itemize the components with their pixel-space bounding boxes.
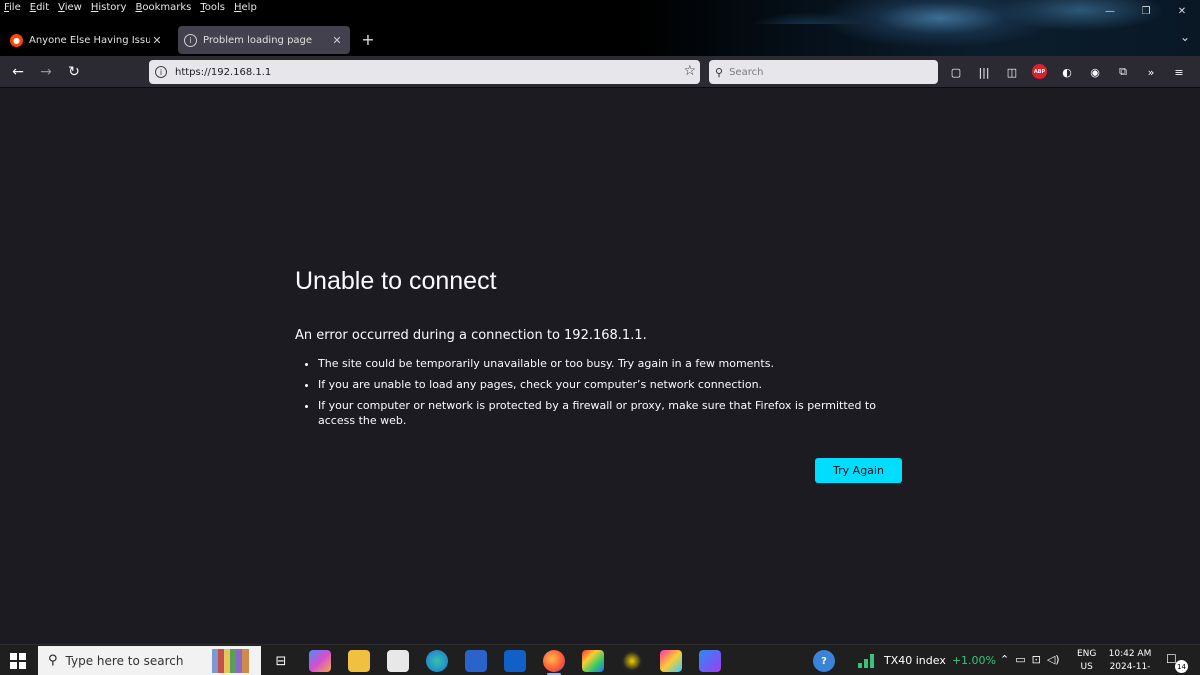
time: 10:42 AM [1108,649,1152,659]
title-bar: File Edit View History Bookmarks Tools H… [0,0,1200,24]
error-intro: An error occurred during a connection to… [295,328,647,343]
taskbar-search[interactable]: ⚲ Type here to search [38,646,261,675]
app-icon[interactable] [660,650,682,672]
window-controls: — ❐ ✕ [1092,0,1200,22]
tab-title: Anyone Else Having Issues Trying [29,34,150,46]
date: 2024-11-21 [1109,662,1151,672]
volume-icon[interactable]: ◁) [1047,653,1060,666]
device-icon[interactable]: ▭ [1015,653,1025,666]
list-item: If you are unable to load any pages, che… [318,377,902,392]
stock-name: TX40 index [884,653,946,667]
menu-history[interactable]: History [91,2,127,13]
file-explorer-icon[interactable] [348,650,370,672]
language-indicator[interactable]: ENG US [1077,648,1096,674]
search-bar[interactable]: ⚲ Search [709,60,938,84]
account-icon[interactable]: ◉ [1085,62,1105,82]
error-container: Unable to connect An error occurred duri… [295,267,902,483]
stock-change: +1.00% [951,653,997,667]
copilot-icon[interactable] [309,650,331,672]
list-all-tabs-button[interactable]: ⌄ [1180,30,1190,44]
app-icon[interactable] [699,650,721,672]
url-bar[interactable]: i https://192.168.1.1 ☆ [149,60,700,84]
region-code: US [1080,662,1093,672]
network-icon[interactable]: ⊡ [1032,653,1041,666]
search-icon: ⚲ [48,653,58,668]
taskbar: ⚲ Type here to search ⊟ ? TX40 index +1.… [0,644,1200,675]
search-placeholder[interactable]: Search [729,67,763,78]
menu-edit[interactable]: Edit [30,2,49,13]
store-icon[interactable] [387,650,409,672]
toolbar-icons: ▢ ||| ◫ ABP ◐ ◉ ⧉ » ≡ [946,62,1189,82]
app-icon[interactable] [582,650,604,672]
error-title: Unable to connect [295,267,497,295]
app-icon[interactable] [465,650,487,672]
extension-icon[interactable]: ◐ [1057,62,1077,82]
close-tab-icon[interactable]: ✕ [330,34,344,47]
notification-icon[interactable]: ☐ 14 [1166,652,1188,673]
chevron-up-icon[interactable]: ⌃ [1000,653,1009,666]
clock[interactable]: 10:42 AM 2024-11-21 [1104,648,1156,675]
stock-widget[interactable]: TX40 index +1.00% [858,652,996,668]
menu-help[interactable]: Help [234,2,257,13]
search-icon: ⚲ [715,65,724,79]
pocket-icon[interactable]: ▢ [946,62,966,82]
notification-badge: 14 [1175,660,1188,673]
menu-bookmarks[interactable]: Bookmarks [135,2,191,13]
stock-chart-icon [858,652,878,668]
navigation-toolbar: ← → ↻ i https://192.168.1.1 ☆ ⚲ Search ▢… [0,56,1200,88]
url-text[interactable]: https://192.168.1.1 [175,67,271,78]
taskbar-search-placeholder[interactable]: Type here to search [66,654,184,668]
menu-view[interactable]: View [58,2,82,13]
task-view-icon[interactable]: ⊟ [270,650,292,672]
tab-reddit[interactable]: ● Anyone Else Having Issues Trying ✕ [4,26,170,54]
forward-button[interactable]: → [37,63,55,81]
tab-title: Problem loading page [203,34,313,46]
tab-problem-loading[interactable]: i Problem loading page ✕ [178,26,350,54]
tab-strip: ● Anyone Else Having Issues Trying ✕ i P… [0,24,1200,56]
list-item: The site could be temporarily unavailabl… [318,356,902,371]
library-icon[interactable]: ||| [974,62,994,82]
list-item: If your computer or network is protected… [318,398,902,428]
outlook-icon[interactable] [504,650,526,672]
back-button[interactable]: ← [9,63,27,81]
menu-icon[interactable]: ≡ [1169,62,1189,82]
firefox-icon[interactable] [543,650,565,672]
menu-file[interactable]: File [4,2,21,13]
site-info-icon[interactable]: i [155,66,167,78]
close-window-button[interactable]: ✕ [1164,0,1200,22]
edge-icon[interactable] [426,650,448,672]
page-content: Unable to connect An error occurred duri… [0,89,1200,644]
extensions-icon[interactable]: ⧉ [1113,62,1133,82]
system-tray: ⌃ ▭ ⊡ ◁) [1000,653,1060,666]
windows-start-icon[interactable] [10,653,26,669]
reload-button[interactable]: ↻ [65,63,83,81]
language-code: ENG [1077,649,1097,659]
help-icon[interactable]: ? [813,650,835,672]
sidebar-icon[interactable]: ◫ [1002,62,1022,82]
app-icon[interactable] [621,650,643,672]
close-tab-icon[interactable]: ✕ [150,34,164,47]
overflow-icon[interactable]: » [1141,62,1161,82]
menu-tools[interactable]: Tools [200,2,225,13]
bookmark-star-icon[interactable]: ☆ [683,63,696,79]
reddit-icon: ● [10,33,23,47]
search-highlight-image [207,649,257,673]
restore-button[interactable]: ❐ [1128,0,1164,22]
theme-background [640,24,1200,56]
adblock-plus-icon[interactable]: ABP [1032,64,1047,79]
info-icon: i [184,33,197,47]
try-again-button[interactable]: Try Again [815,458,902,483]
minimize-button[interactable]: — [1092,0,1128,22]
new-tab-button[interactable]: + [358,30,378,49]
error-suggestions: The site could be temporarily unavailabl… [295,356,902,428]
menu-bar: File Edit View History Bookmarks Tools H… [4,2,257,13]
